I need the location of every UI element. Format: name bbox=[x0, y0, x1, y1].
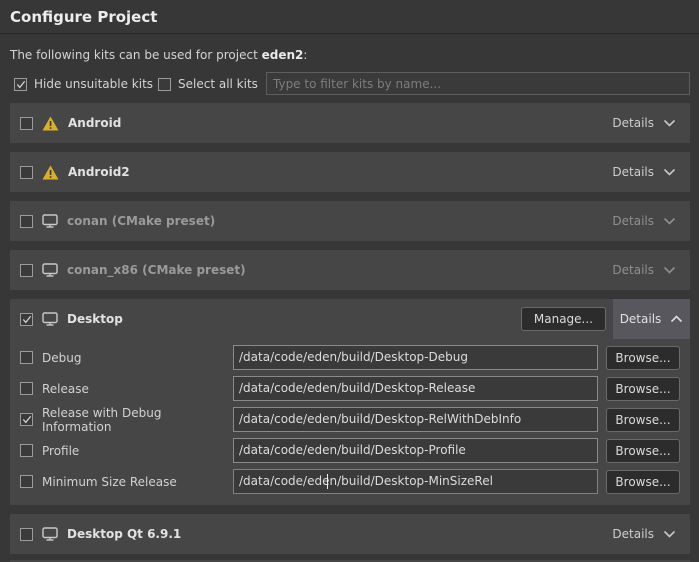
build-config-row-release: Release /data/code/eden/build/Desktop-Re… bbox=[10, 376, 690, 401]
checkbox-unchecked-icon bbox=[158, 78, 171, 91]
chevron-down-icon bbox=[663, 217, 676, 225]
details-label: Details bbox=[620, 312, 662, 326]
kit-row-android[interactable]: Android Details bbox=[10, 103, 690, 143]
warning-icon bbox=[42, 165, 59, 180]
chevron-down-icon bbox=[663, 530, 676, 538]
chevron-down-icon bbox=[663, 168, 676, 176]
config-checkbox[interactable] bbox=[20, 382, 33, 395]
kit-row-android2[interactable]: Android2 Details bbox=[10, 152, 690, 192]
kit-name: Desktop Qt 6.9.1 bbox=[67, 527, 181, 541]
select-all-label: Select all kits bbox=[178, 77, 258, 91]
config-checkbox[interactable] bbox=[20, 475, 33, 488]
details-label: Details bbox=[612, 527, 654, 541]
config-label: Minimum Size Release bbox=[42, 475, 225, 489]
details-toggle[interactable]: Details bbox=[604, 514, 690, 554]
config-label: Release bbox=[42, 382, 225, 396]
intro-prefix: The following kits can be used for proje… bbox=[10, 48, 262, 62]
monitor-icon bbox=[42, 312, 58, 326]
kit-name: Desktop bbox=[67, 312, 123, 326]
details-toggle[interactable]: Details bbox=[613, 299, 690, 339]
kit-checkbox[interactable] bbox=[20, 313, 33, 326]
kit-checkbox[interactable] bbox=[20, 264, 33, 277]
browse-button[interactable]: Browse... bbox=[606, 377, 680, 401]
build-dir-input[interactable]: /data/code/eden/build/Desktop-Release bbox=[233, 376, 598, 401]
chevron-down-icon bbox=[663, 119, 676, 127]
kit-checkbox[interactable] bbox=[20, 528, 33, 541]
select-all-checkbox[interactable]: Select all kits bbox=[158, 72, 258, 96]
browse-button[interactable]: Browse... bbox=[606, 346, 680, 370]
browse-button[interactable]: Browse... bbox=[606, 439, 680, 463]
details-toggle[interactable]: Details bbox=[604, 152, 690, 192]
details-label: Details bbox=[612, 263, 654, 277]
kit-row-conan[interactable]: conan (CMake preset) Details bbox=[10, 201, 690, 241]
chevron-up-icon bbox=[670, 315, 683, 323]
config-label: Profile bbox=[42, 444, 225, 458]
kit-controls: Hide unsuitable kits Select all kits bbox=[14, 72, 690, 96]
build-dir-input[interactable]: /data/code/eden/build/Desktop-RelWithDeb… bbox=[233, 407, 598, 432]
kit-row-desktop-qt[interactable]: Desktop Qt 6.9.1 Details bbox=[10, 514, 690, 554]
intro-suffix: : bbox=[303, 48, 307, 62]
config-checkbox[interactable] bbox=[20, 444, 33, 457]
kit-section-desktop: Desktop Manage... Details Debug /data/co… bbox=[10, 299, 690, 505]
warning-icon bbox=[42, 116, 59, 131]
monitor-icon bbox=[42, 263, 58, 277]
kit-name: Android bbox=[68, 116, 121, 130]
project-name: eden2 bbox=[262, 48, 304, 62]
kit-filter-input[interactable] bbox=[266, 72, 690, 95]
config-label: Release with Debug Information bbox=[42, 406, 225, 434]
build-dir-input[interactable]: /data/code/eden/build/Desktop-Profile bbox=[233, 438, 598, 463]
kit-row-desktop[interactable]: Desktop Manage... Details bbox=[10, 299, 690, 339]
kit-name: conan (CMake preset) bbox=[67, 214, 215, 228]
build-config-row-debug: Debug /data/code/eden/build/Desktop-Debu… bbox=[10, 345, 690, 370]
build-dir-input[interactable]: /data/code/eden/build/Desktop-Debug bbox=[233, 345, 598, 370]
configure-project-panel: Configure Project The following kits can… bbox=[0, 0, 699, 562]
hide-unsuitable-label: Hide unsuitable kits bbox=[34, 77, 153, 91]
title-separator bbox=[0, 33, 699, 34]
browse-button[interactable]: Browse... bbox=[606, 408, 680, 432]
config-checkbox-checked[interactable] bbox=[20, 413, 33, 426]
monitor-icon bbox=[42, 214, 58, 228]
kit-checkbox[interactable] bbox=[20, 117, 33, 130]
config-label: Debug bbox=[42, 351, 225, 365]
text-cursor bbox=[327, 474, 328, 489]
intro-text: The following kits can be used for proje… bbox=[10, 48, 307, 62]
kit-name: conan_x86 (CMake preset) bbox=[67, 263, 246, 277]
monitor-icon bbox=[42, 527, 58, 541]
hide-unsuitable-checkbox[interactable]: Hide unsuitable kits bbox=[14, 72, 153, 96]
build-config-row-minsizerel: Minimum Size Release /data/code/eden/bui… bbox=[10, 469, 690, 494]
details-label: Details bbox=[612, 165, 654, 179]
page-title: Configure Project bbox=[10, 8, 157, 26]
chevron-down-icon bbox=[663, 266, 676, 274]
build-dir-input-focused[interactable]: /data/code/eden/build/Desktop-MinSizeRel bbox=[233, 469, 598, 494]
build-config-row-relwithdebinfo: Release with Debug Information /data/cod… bbox=[10, 407, 690, 432]
details-toggle[interactable]: Details bbox=[604, 201, 690, 241]
kit-name: Android2 bbox=[68, 165, 130, 179]
build-config-row-profile: Profile /data/code/eden/build/Desktop-Pr… bbox=[10, 438, 690, 463]
details-label: Details bbox=[612, 214, 654, 228]
details-toggle[interactable]: Details bbox=[604, 250, 690, 290]
details-label: Details bbox=[612, 116, 654, 130]
config-checkbox[interactable] bbox=[20, 351, 33, 364]
checkbox-checked-icon bbox=[14, 78, 27, 91]
kit-row-conan-x86[interactable]: conan_x86 (CMake preset) Details bbox=[10, 250, 690, 290]
kit-checkbox[interactable] bbox=[20, 215, 33, 228]
build-dir-value: /data/code/eden/build/Desktop-MinSizeRel bbox=[239, 474, 493, 488]
manage-kits-button[interactable]: Manage... bbox=[521, 307, 606, 331]
browse-button[interactable]: Browse... bbox=[606, 470, 680, 494]
kit-checkbox[interactable] bbox=[20, 166, 33, 179]
details-toggle[interactable]: Details bbox=[604, 103, 690, 143]
